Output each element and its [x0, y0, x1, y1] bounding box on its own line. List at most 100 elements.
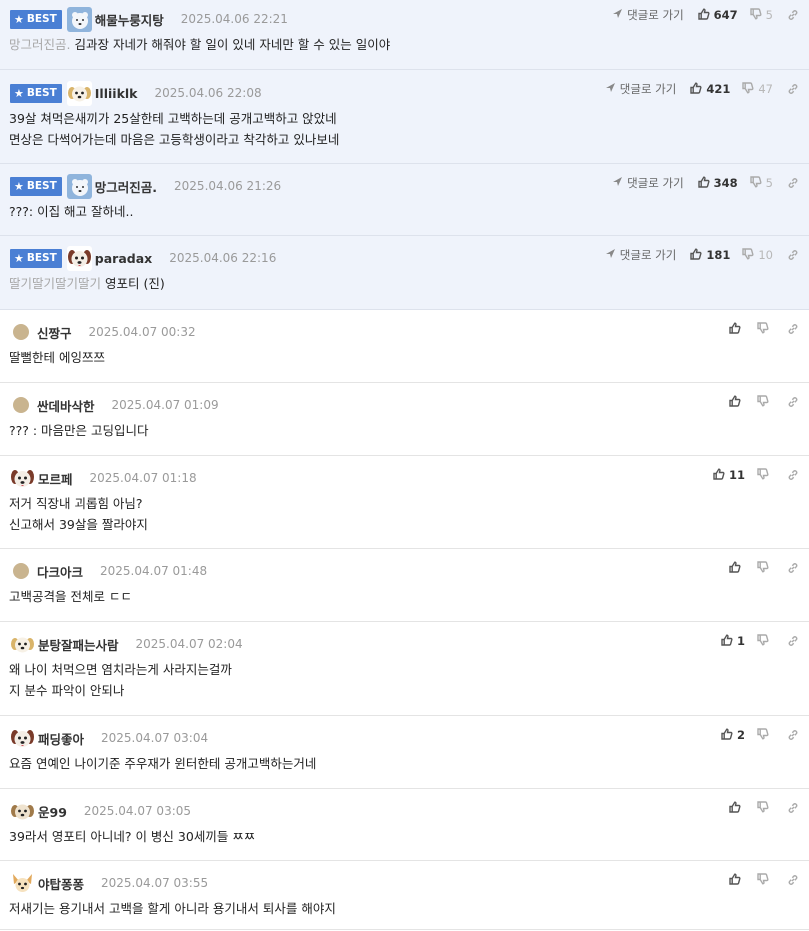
copy-link-icon[interactable]: [787, 635, 799, 647]
avatar-puppy-white-icon[interactable]: [10, 631, 35, 657]
upvote-button[interactable]: [729, 321, 745, 337]
comment-text-line: ???: 이집 해고 잘하네..: [9, 201, 133, 222]
avatar-chihuahua-icon[interactable]: [10, 870, 35, 896]
comment-text: 요즘 연예인 나이기준 주우재가 윈터한테 공개고백하는거네: [9, 756, 317, 771]
comment-list: ★ BEST 해물누룽지탕 2025.04.06 22:21 망그러진곰. 김과장 자네가…: [0, 0, 809, 930]
comment-nickname[interactable]: 망그러진곰.: [95, 177, 157, 196]
copy-link-icon[interactable]: [787, 323, 799, 335]
copy-link-icon[interactable]: [787, 562, 799, 574]
copy-link-icon[interactable]: [787, 396, 799, 408]
copy-link-icon[interactable]: [787, 874, 799, 886]
downvote-count: 47: [758, 82, 773, 96]
comment-nickname[interactable]: 다크아크: [37, 562, 83, 581]
comment-text-line: 고백공격을 전체로 ㄷㄷ: [9, 586, 132, 607]
go-to-comment-link[interactable]: 댓글로 가기: [605, 247, 676, 263]
comment-text-line: 저새기는 용기내서 고백을 할게 아니라 용기내서 퇴사를 해야지: [9, 898, 336, 919]
avatar-dog-face-icon[interactable]: [10, 725, 35, 751]
copy-link-icon[interactable]: [787, 83, 799, 95]
upvote-button[interactable]: 647: [697, 7, 738, 23]
copy-link-icon[interactable]: [787, 9, 799, 21]
upvote-button[interactable]: 181: [690, 247, 731, 263]
send-arrow-icon: [612, 8, 627, 22]
copy-link-icon[interactable]: [787, 729, 799, 741]
thumbs-down-icon: [757, 394, 773, 410]
comment-body: 왜 나이 처먹으면 염치라는게 사라지는걸까 지 분수 파악이 안되나: [9, 659, 232, 701]
avatar-polar-bear-icon[interactable]: [66, 6, 92, 32]
comment-text-line: 딸기딸기딸기딸기 영포티 (진): [9, 273, 165, 294]
comment-body: 망그러진곰. 김과장 자네가 해줘야 할 일이 있네 자네만 할 수 있는 일이야: [9, 34, 390, 55]
reply-target-nickname[interactable]: 딸기딸기딸기딸기: [9, 276, 101, 291]
upvote-button[interactable]: 421: [690, 81, 730, 97]
comment-text-line: ??? : 마음만은 고딩입니다: [9, 420, 149, 441]
avatar-dog-face-icon[interactable]: [10, 465, 35, 491]
thumbs-down-icon: [757, 727, 773, 743]
comment-nickname[interactable]: Illiiklk: [95, 86, 138, 101]
copy-link-icon[interactable]: [787, 177, 799, 189]
downvote-button[interactable]: [757, 800, 773, 816]
reply-target-nickname[interactable]: 망그러진곰.: [9, 37, 70, 52]
upvote-button[interactable]: [729, 872, 745, 888]
comment-nickname[interactable]: paradax: [95, 251, 152, 266]
comment-nickname[interactable]: 패딩좋아: [38, 729, 84, 748]
comment-body: 39살 쳐먹은새끼가 25살한테 고백하는데 공개고백하고 앉았네 면상은 다썩어…: [9, 108, 339, 150]
comment-nickname[interactable]: 신짱구: [37, 323, 72, 342]
comment-body: ???: 이집 해고 잘하네..: [9, 201, 133, 222]
comment-nickname[interactable]: 운99: [38, 802, 67, 821]
downvote-button[interactable]: 47: [742, 81, 773, 97]
comment-text-line: 면상은 다썩어가는데 마음은 고등학생이라고 착각하고 있나보네: [9, 129, 339, 150]
upvote-count: 11: [728, 468, 745, 482]
comment-nickname[interactable]: 분탕잘패는사람: [38, 635, 119, 654]
comment-nickname[interactable]: 해물누룽지탕: [95, 10, 164, 29]
upvote-button[interactable]: [729, 800, 745, 816]
downvote-button[interactable]: [757, 394, 773, 410]
thumbs-down-icon: [742, 81, 758, 97]
downvote-button[interactable]: [757, 727, 773, 743]
downvote-button[interactable]: [757, 321, 773, 337]
downvote-button[interactable]: [757, 467, 773, 483]
avatar-puppy-white-icon[interactable]: [66, 80, 92, 106]
copy-link-icon[interactable]: [787, 802, 799, 814]
avatar-dot-icon[interactable]: [13, 563, 29, 579]
downvote-button[interactable]: 10: [742, 247, 773, 263]
thumbs-up-icon: [690, 81, 706, 97]
thumbs-down-icon: [742, 247, 758, 263]
comment-nickname[interactable]: 야탑퐁퐁: [38, 874, 84, 893]
downvote-button[interactable]: 5: [749, 7, 773, 23]
avatar-dog-face-icon[interactable]: [66, 245, 92, 271]
go-to-comment-link[interactable]: 댓글로 가기: [612, 7, 684, 23]
comment-actions: 2: [721, 727, 799, 743]
comment: 야탑퐁퐁 2025.04.07 03:55 저새기는 용기내서 고백을 할게 아니라…: [0, 861, 809, 930]
upvote-count: 181: [706, 248, 731, 262]
comment-nickname[interactable]: 모르페: [38, 469, 73, 488]
upvote-button[interactable]: [729, 394, 745, 410]
avatar-dot-icon[interactable]: [13, 397, 29, 413]
downvote-button[interactable]: [757, 633, 773, 649]
thumbs-down-icon: [749, 7, 766, 23]
downvote-button[interactable]: [757, 560, 773, 576]
go-to-comment-label: 댓글로 가기: [627, 176, 684, 190]
upvote-button[interactable]: 348: [697, 175, 738, 191]
upvote-button[interactable]: [729, 560, 745, 576]
copy-link-icon[interactable]: [787, 249, 799, 261]
downvote-button[interactable]: 5: [749, 175, 773, 191]
go-to-comment-link[interactable]: 댓글로 가기: [612, 175, 684, 191]
comment-body: 딸기딸기딸기딸기 영포티 (진): [9, 273, 165, 294]
copy-link-icon[interactable]: [787, 469, 799, 481]
go-to-comment-link[interactable]: 댓글로 가기: [605, 81, 676, 97]
comment-date: 2025.04.06 22:16: [169, 251, 277, 265]
comment-header: 운99 2025.04.07 03:05: [10, 798, 191, 824]
avatar-puppy-brown-icon[interactable]: [10, 798, 35, 824]
upvote-button[interactable]: 2: [721, 727, 745, 743]
star-icon: ★: [14, 251, 24, 265]
comment-text-line: 39살 쳐먹은새끼가 25살한테 고백하는데 공개고백하고 앉았네: [9, 108, 339, 129]
upvote-button[interactable]: 11: [713, 467, 745, 483]
downvote-button[interactable]: [757, 872, 773, 888]
avatar-polar-bear-icon[interactable]: [66, 173, 92, 199]
best-label: BEST: [26, 13, 57, 25]
best-comment: ★ BEST paradax 2025.04.06 22:16 딸기딸기딸기딸기 영포티 …: [0, 236, 809, 310]
avatar-dot-icon[interactable]: [13, 324, 29, 340]
comment-date: 2025.04.07 01:09: [111, 398, 219, 412]
comment-nickname[interactable]: 싼데바삭한: [37, 396, 95, 415]
upvote-button[interactable]: 1: [721, 633, 745, 649]
comment-header: 모르페 2025.04.07 01:18: [10, 465, 197, 491]
